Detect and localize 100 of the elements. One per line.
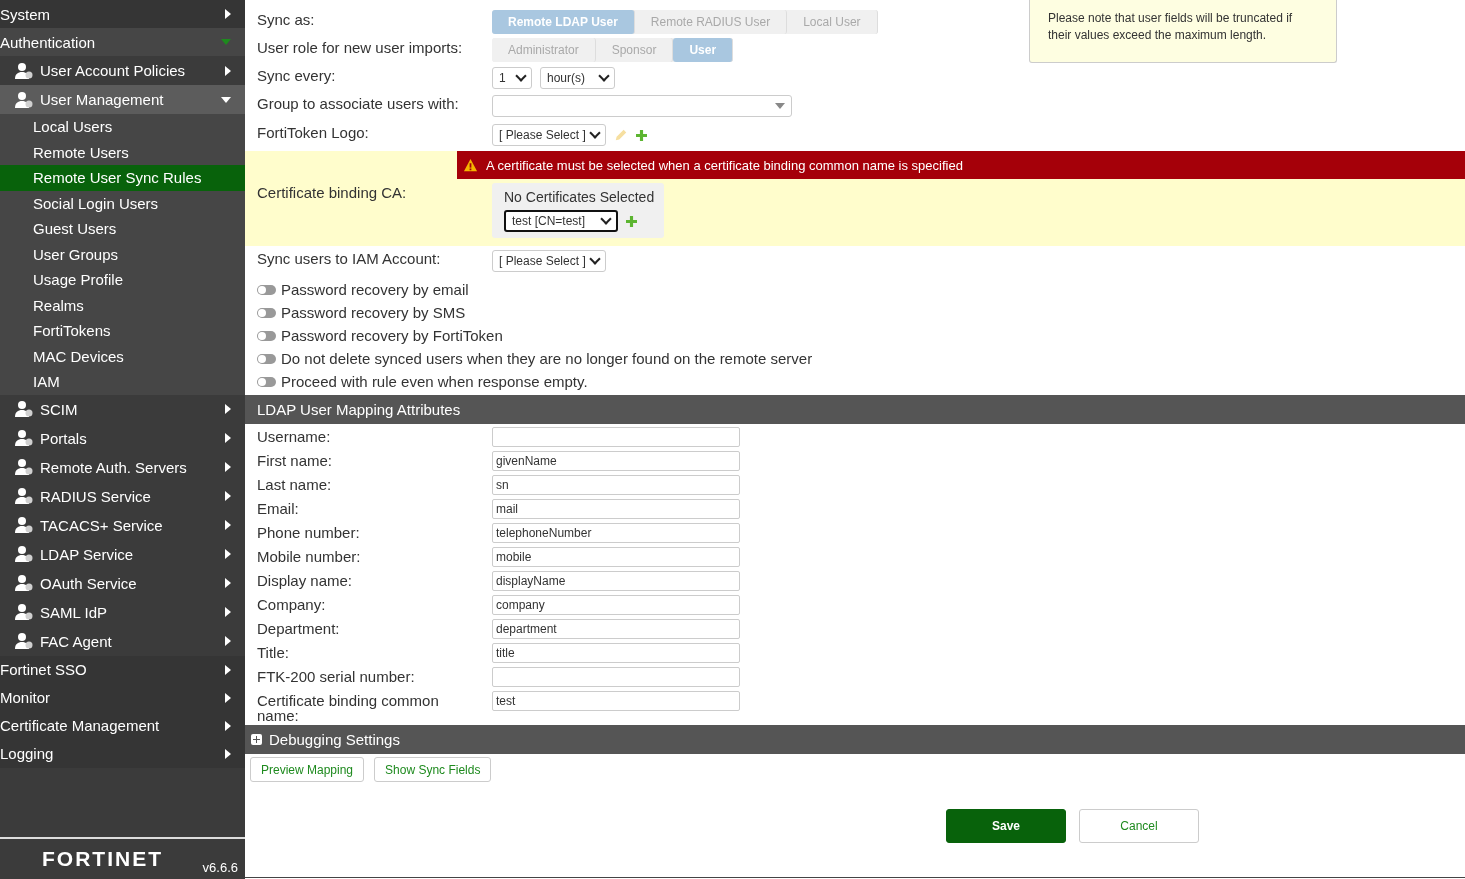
version-label: v6.6.6: [202, 860, 238, 875]
toggle-switch[interactable]: [257, 307, 276, 318]
unit-select[interactable]: hour(s): [540, 67, 615, 89]
field-label: Department:: [256, 621, 341, 636]
sidebar-item[interactable]: Usage Profile: [0, 267, 245, 293]
input-field[interactable]: department: [492, 619, 740, 639]
sidebar-item[interactable]: User Management: [0, 85, 245, 114]
caret-icon: [225, 549, 231, 559]
toggle-label: Do not delete synced users when they are no longer found on the remote server: [281, 350, 813, 367]
user-icon: [14, 428, 34, 448]
section-header: LDAP User Mapping Attributes: [245, 395, 1465, 424]
field-label: Last name:: [256, 477, 333, 492]
field-label: Sync as:: [256, 10, 316, 28]
number-select[interactable]: 1: [492, 67, 532, 89]
debug-button[interactable]: Preview Mapping: [250, 757, 365, 782]
sidebar-item[interactable]: Realms: [0, 292, 245, 318]
field-label: Display name:: [256, 573, 354, 588]
field-label: Sync every:: [256, 66, 337, 84]
field-label: Group to associate users with:: [256, 94, 460, 112]
input-field[interactable]: [492, 667, 740, 687]
group-select[interactable]: [492, 95, 792, 117]
user-icon: [14, 573, 34, 593]
toggle-switch[interactable]: [257, 376, 276, 387]
input-field[interactable]: mail: [492, 499, 740, 519]
user-icon: [14, 544, 34, 564]
sidebar-item[interactable]: Authentication: [0, 28, 245, 56]
sidebar-item[interactable]: Logging: [0, 739, 245, 768]
toggle-label: Password recovery by SMS: [281, 304, 466, 321]
sidebar-item[interactable]: User Groups: [0, 241, 245, 267]
toggle-switch[interactable]: [257, 353, 276, 364]
caret-icon: [225, 664, 231, 675]
logo-select[interactable]: [ Please Select ]: [492, 124, 606, 146]
add-icon[interactable]: [636, 129, 647, 141]
field-label: Mobile number:: [256, 549, 362, 564]
field-label: First name:: [256, 453, 333, 468]
toggle-label: Proceed with rule even when response empty.: [281, 373, 588, 390]
sidebar-item[interactable]: Remote Users: [0, 139, 245, 165]
cancel-button[interactable]: Cancel: [1079, 809, 1199, 843]
user-icon: [14, 486, 34, 506]
sidebar-item[interactable]: Fortinet SSO: [0, 655, 245, 684]
sidebar-item[interactable]: FortiTokens: [0, 318, 245, 344]
save-button[interactable]: Save: [946, 809, 1066, 843]
input-field[interactable]: telephoneNumber: [492, 523, 740, 543]
toggle-label: Password recovery by FortiToken: [281, 327, 503, 344]
input-field[interactable]: mobile: [492, 547, 740, 567]
caret-icon: [225, 433, 231, 443]
caret-icon: [225, 520, 231, 530]
caret-icon: [225, 748, 231, 759]
field-label: Certificate binding common name:: [256, 693, 440, 723]
user-icon: [14, 631, 34, 651]
sidebar-item[interactable]: Monitor: [0, 683, 245, 712]
sidebar-item[interactable]: MAC Devices: [0, 343, 245, 369]
input-field[interactable]: givenName: [492, 451, 740, 471]
caret-icon: [225, 491, 231, 501]
section-header[interactable]: Debugging Settings: [245, 725, 1465, 754]
input-field[interactable]: title: [492, 643, 740, 663]
user-icon: [14, 399, 34, 419]
certificate-select[interactable]: test [CN=test]: [504, 210, 618, 232]
field-label: Title:: [256, 645, 290, 660]
sidebar-item[interactable]: Remote User Sync Rules: [0, 165, 245, 191]
note-box: Please note that user fields will be truncated if their values exceed the maximum length.: [1029, 0, 1337, 63]
expand-icon: [251, 734, 262, 745]
input-field[interactable]: company: [492, 595, 740, 615]
field-label: Email:: [256, 501, 300, 516]
toggle-switch[interactable]: [257, 284, 276, 295]
user-icon: [14, 457, 34, 477]
field-label: User role for new user imports:: [256, 38, 464, 56]
input-field[interactable]: displayName: [492, 571, 740, 591]
user-icon: [14, 602, 34, 622]
sidebar-item[interactable]: System: [0, 0, 245, 28]
caret-icon: [225, 404, 231, 414]
field-label: Sync users to IAM Account:: [256, 249, 442, 267]
edit-icon[interactable]: [614, 128, 628, 142]
sidebar-item[interactable]: Guest Users: [0, 216, 245, 242]
toggle-switch[interactable]: [257, 330, 276, 341]
input-field[interactable]: sn: [492, 475, 740, 495]
error-message: A certificate must be selected when a certificate binding common name is specified: [486, 157, 963, 173]
toggle-label: Password recovery by email: [281, 281, 469, 298]
field-label: FortiToken Logo:: [256, 123, 370, 141]
caret-icon: [225, 720, 231, 731]
field-label: Phone number:: [256, 525, 361, 540]
sidebar-item[interactable]: IAM: [0, 369, 245, 395]
sidebar-item[interactable]: Social Login Users: [0, 190, 245, 216]
debug-button[interactable]: Show Sync Fields: [374, 757, 492, 782]
input-field[interactable]: [492, 427, 740, 447]
field-label: Company:: [256, 597, 327, 612]
sidebar-item[interactable]: Certificate Management: [0, 711, 245, 740]
caret-icon: [225, 578, 231, 588]
caret-icon: [225, 462, 231, 472]
logo: FORTINET: [42, 847, 163, 871]
warning-icon: [463, 158, 478, 172]
status-text: No Certificates Selected: [504, 189, 655, 205]
caret-icon: [225, 636, 231, 646]
account-select[interactable]: [ Please Select ]: [492, 250, 606, 272]
field-label: FTK-200 serial number:: [256, 669, 416, 684]
caret-icon: [225, 65, 231, 76]
sidebar-item[interactable]: Local Users: [0, 114, 245, 140]
add-icon[interactable]: [626, 215, 637, 227]
input-field[interactable]: test: [492, 691, 740, 711]
user-icon: [14, 515, 34, 535]
